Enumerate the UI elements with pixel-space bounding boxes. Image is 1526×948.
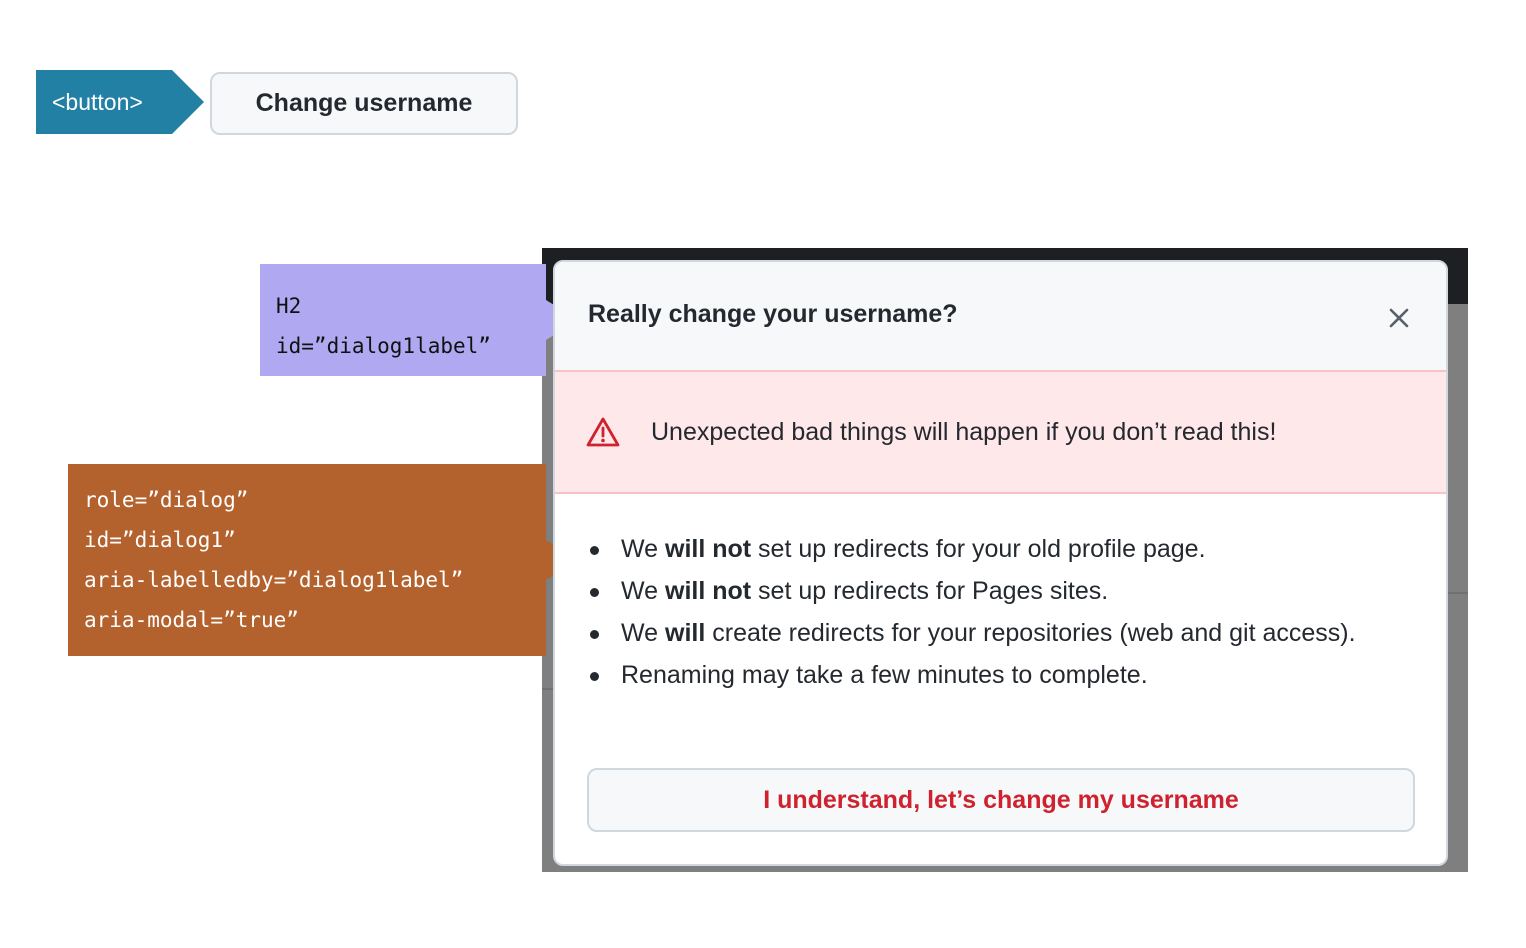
annotation-line: role=”dialog” [84, 488, 249, 512]
close-icon[interactable] [1388, 307, 1410, 329]
list-item: Renaming may take a few minutes to compl… [588, 654, 1388, 696]
dialog-element-annotation: role=”dialog” id=”dialog1” aria-labelled… [68, 464, 578, 656]
warning-banner: Unexpected bad things will happen if you… [555, 370, 1446, 494]
annotation-line: aria-labelledby=”dialog1label” [84, 568, 464, 592]
dialog-header: Really change your username? [555, 262, 1446, 370]
list-item: We will not set up redirects for Pages s… [588, 570, 1388, 612]
change-username-button[interactable]: Change username [210, 72, 518, 135]
annotation-line: id=”dialog1label” [276, 334, 491, 358]
dialog-title: Really change your username? [588, 300, 958, 328]
confirm-change-username-button[interactable]: I understand, let’s change my username [587, 768, 1415, 832]
annotation-line: aria-modal=”true” [84, 608, 299, 632]
list-item: We will create redirects for your reposi… [588, 612, 1388, 654]
h2-element-annotation: H2 id=”dialog1label” [260, 264, 578, 376]
warning-text: Unexpected bad things will happen if you… [651, 418, 1277, 446]
button-element-annotation: <button> [36, 70, 204, 134]
annotation-line: H2 [276, 294, 302, 318]
consequences-list: We will not set up redirects for your ol… [588, 528, 1388, 696]
page-divider [1448, 592, 1468, 594]
annotation-line: id=”dialog1” [84, 528, 236, 552]
alert-icon [586, 417, 620, 447]
list-item: We will not set up redirects for your ol… [588, 528, 1388, 570]
username-dialog: Really change your username? Unexpected … [553, 260, 1448, 866]
